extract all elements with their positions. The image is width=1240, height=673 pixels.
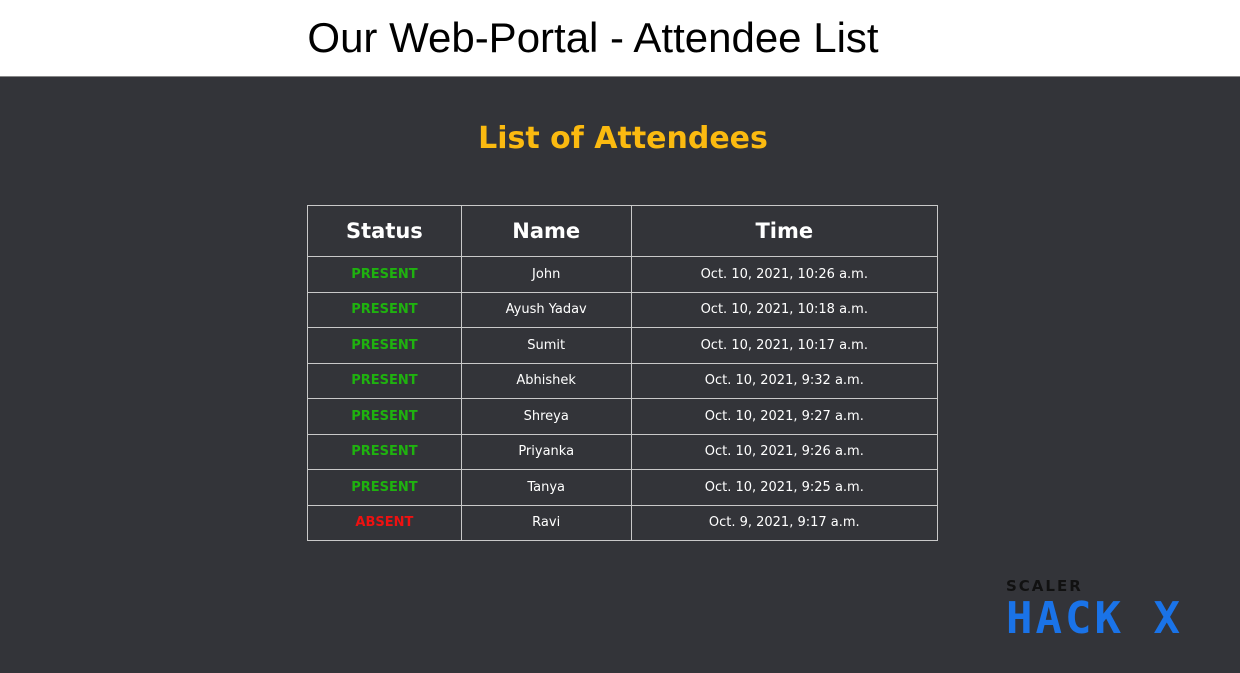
app-frame: List of Attendees Status Name Time PRESE… (0, 76, 1240, 673)
status-cell: PRESENT (307, 362, 462, 399)
status-cell: PRESENT (307, 327, 462, 364)
name-cell: Sumit (460, 327, 632, 364)
table-row: PRESENT Shreya Oct. 10, 2021, 9:27 a.m. (307, 398, 939, 435)
table-row: PRESENT Priyanka Oct. 10, 2021, 9:26 a.m. (307, 433, 939, 470)
name-cell: Ayush Yadav (460, 291, 632, 328)
status-cell: PRESENT (307, 398, 462, 435)
attendee-table: Status Name Time PRESENT John Oct. 10, 202… (307, 205, 939, 541)
status-cell: PRESENT (307, 291, 462, 328)
name-cell: Shreya (460, 398, 632, 435)
time-cell: Oct. 10, 2021, 10:26 a.m. (630, 256, 939, 293)
slide-title: Our Web-Portal - Attendee List (307, 14, 879, 61)
status-cell: ABSENT (307, 504, 462, 541)
page-heading: List of Attendees (478, 121, 768, 156)
table-row: PRESENT John Oct. 10, 2021, 10:26 a.m. (307, 256, 939, 293)
time-cell: Oct. 10, 2021, 10:18 a.m. (630, 291, 939, 328)
table-row: PRESENT Ayush Yadav Oct. 10, 2021, 10:18 a… (307, 291, 939, 328)
time-cell: Oct. 10, 2021, 9:32 a.m. (630, 362, 939, 399)
status-cell: PRESENT (307, 469, 462, 506)
table-header-row: Status Name Time (307, 205, 939, 257)
table-row: PRESENT Abhishek Oct. 10, 2021, 9:32 a.m. (307, 362, 939, 399)
name-cell: Abhishek (460, 362, 632, 399)
name-cell: John (460, 256, 632, 293)
status-cell: PRESENT (307, 433, 462, 470)
time-cell: Oct. 10, 2021, 10:17 a.m. (630, 327, 939, 364)
time-column-header: Time (630, 205, 939, 257)
status-column-header: Status (307, 205, 462, 257)
name-cell: Tanya (460, 469, 632, 506)
status-cell: PRESENT (307, 256, 462, 293)
time-cell: Oct. 9, 2021, 9:17 a.m. (630, 504, 939, 541)
time-cell: Oct. 10, 2021, 9:27 a.m. (630, 398, 939, 435)
time-cell: Oct. 10, 2021, 9:25 a.m. (630, 469, 939, 506)
table-row: PRESENT Sumit Oct. 10, 2021, 10:17 a.m. (307, 327, 939, 364)
name-cell: Priyanka (460, 433, 632, 470)
name-cell: Ravi (460, 504, 632, 541)
table-row: ABSENT Ravi Oct. 9, 2021, 9:17 a.m. (307, 504, 939, 541)
name-column-header: Name (460, 205, 632, 257)
table-row: PRESENT Tanya Oct. 10, 2021, 9:25 a.m. (307, 469, 939, 506)
scaler-hackx-logo: SCALER HACK X (1006, 577, 1216, 647)
logo-big-text: HACK X (1006, 593, 1183, 644)
time-cell: Oct. 10, 2021, 9:26 a.m. (630, 433, 939, 470)
